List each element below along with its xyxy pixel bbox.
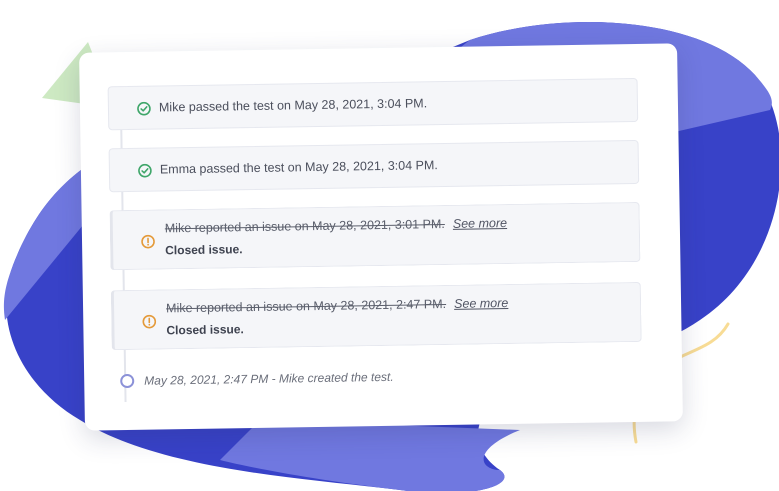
background-blob-light-bottom: [220, 420, 520, 491]
issue-status-text: Closed issue.: [165, 242, 243, 258]
see-more-link[interactable]: See more: [453, 216, 507, 231]
open-circle-icon: [120, 373, 135, 389]
timeline-entry-issue: Mike reported an issue on May 28, 2021, …: [110, 281, 642, 351]
illustration-stage: Mike passed the test on May 28, 2021, 3:…: [0, 0, 779, 491]
see-more-link[interactable]: See more: [454, 296, 508, 311]
issue-status-text: Closed issue.: [166, 322, 244, 338]
timeline-entry-created: May 28, 2021, 2:47 PM - Mike created the…: [120, 369, 394, 389]
timeline-entry-passed: Emma passed the test on May 28, 2021, 3:…: [108, 139, 640, 193]
timeline-entry-issue: Mike reported an issue on May 28, 2021, …: [109, 201, 641, 271]
issue-summary-row: Mike reported an issue on May 28, 2021, …: [165, 216, 507, 235]
timeline-entry-passed: Mike passed the test on May 28, 2021, 3:…: [107, 77, 639, 131]
issue-summary-row: Mike reported an issue on May 28, 2021, …: [166, 296, 508, 315]
issue-summary-text: Mike reported an issue on May 28, 2021, …: [165, 296, 447, 316]
timeline-entry-text: Emma passed the test on May 28, 2021, 3:…: [159, 158, 438, 177]
check-circle-icon: [137, 101, 151, 116]
activity-timeline-card: Mike passed the test on May 28, 2021, 3:…: [79, 43, 683, 431]
created-text: May 28, 2021, 2:47 PM - Mike created the…: [144, 369, 394, 388]
warning-circle-icon: [141, 234, 155, 249]
issue-summary-text: Mike reported an issue on May 28, 2021, …: [164, 216, 445, 236]
warning-circle-icon: [142, 314, 157, 329]
check-circle-icon: [138, 163, 152, 178]
timeline-entry-text: Mike passed the test on May 28, 2021, 3:…: [158, 96, 428, 115]
